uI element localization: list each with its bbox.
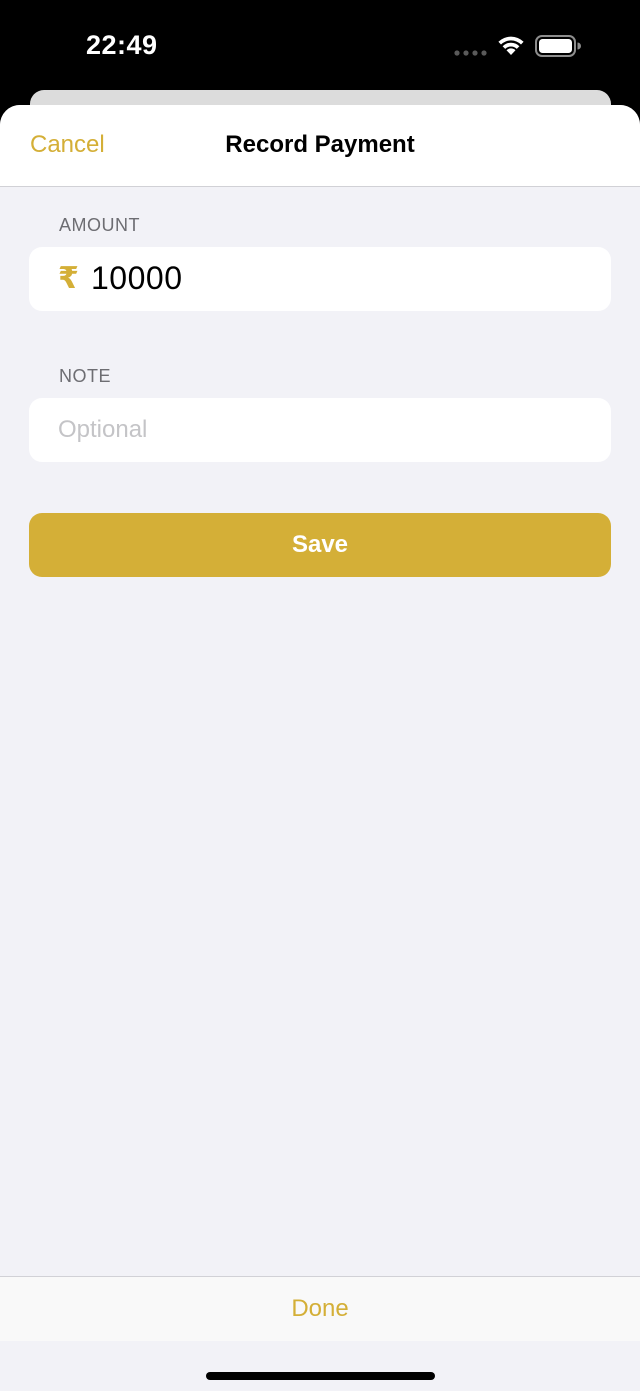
status-bar: 22:49 xyxy=(0,0,640,92)
save-button[interactable]: Save xyxy=(29,513,611,577)
screen: 22:49 Cancel Record Payment AMOUNT ₹ 100… xyxy=(0,0,640,1391)
status-time: 22:49 xyxy=(86,30,158,60)
battery-icon xyxy=(535,35,581,57)
note-field[interactable] xyxy=(29,398,611,462)
amount-label: AMOUNT xyxy=(59,215,140,235)
home-indicator xyxy=(206,1372,435,1380)
note-input[interactable] xyxy=(58,398,598,462)
record-payment-sheet: Cancel Record Payment AMOUNT ₹ 10000 NOT… xyxy=(0,105,640,1391)
note-label: NOTE xyxy=(59,366,112,386)
wifi-icon xyxy=(498,36,524,55)
navigation-bar: Cancel Record Payment xyxy=(0,105,640,187)
amount-input[interactable]: 10000 xyxy=(91,260,182,297)
done-button[interactable]: Done xyxy=(0,1295,640,1323)
amount-field[interactable]: ₹ 10000 xyxy=(29,247,611,311)
rupee-icon: ₹ xyxy=(58,262,79,295)
signal-icon xyxy=(454,50,487,56)
keyboard-toolbar: Done xyxy=(0,1276,640,1341)
page-title: Record Payment xyxy=(225,131,415,158)
